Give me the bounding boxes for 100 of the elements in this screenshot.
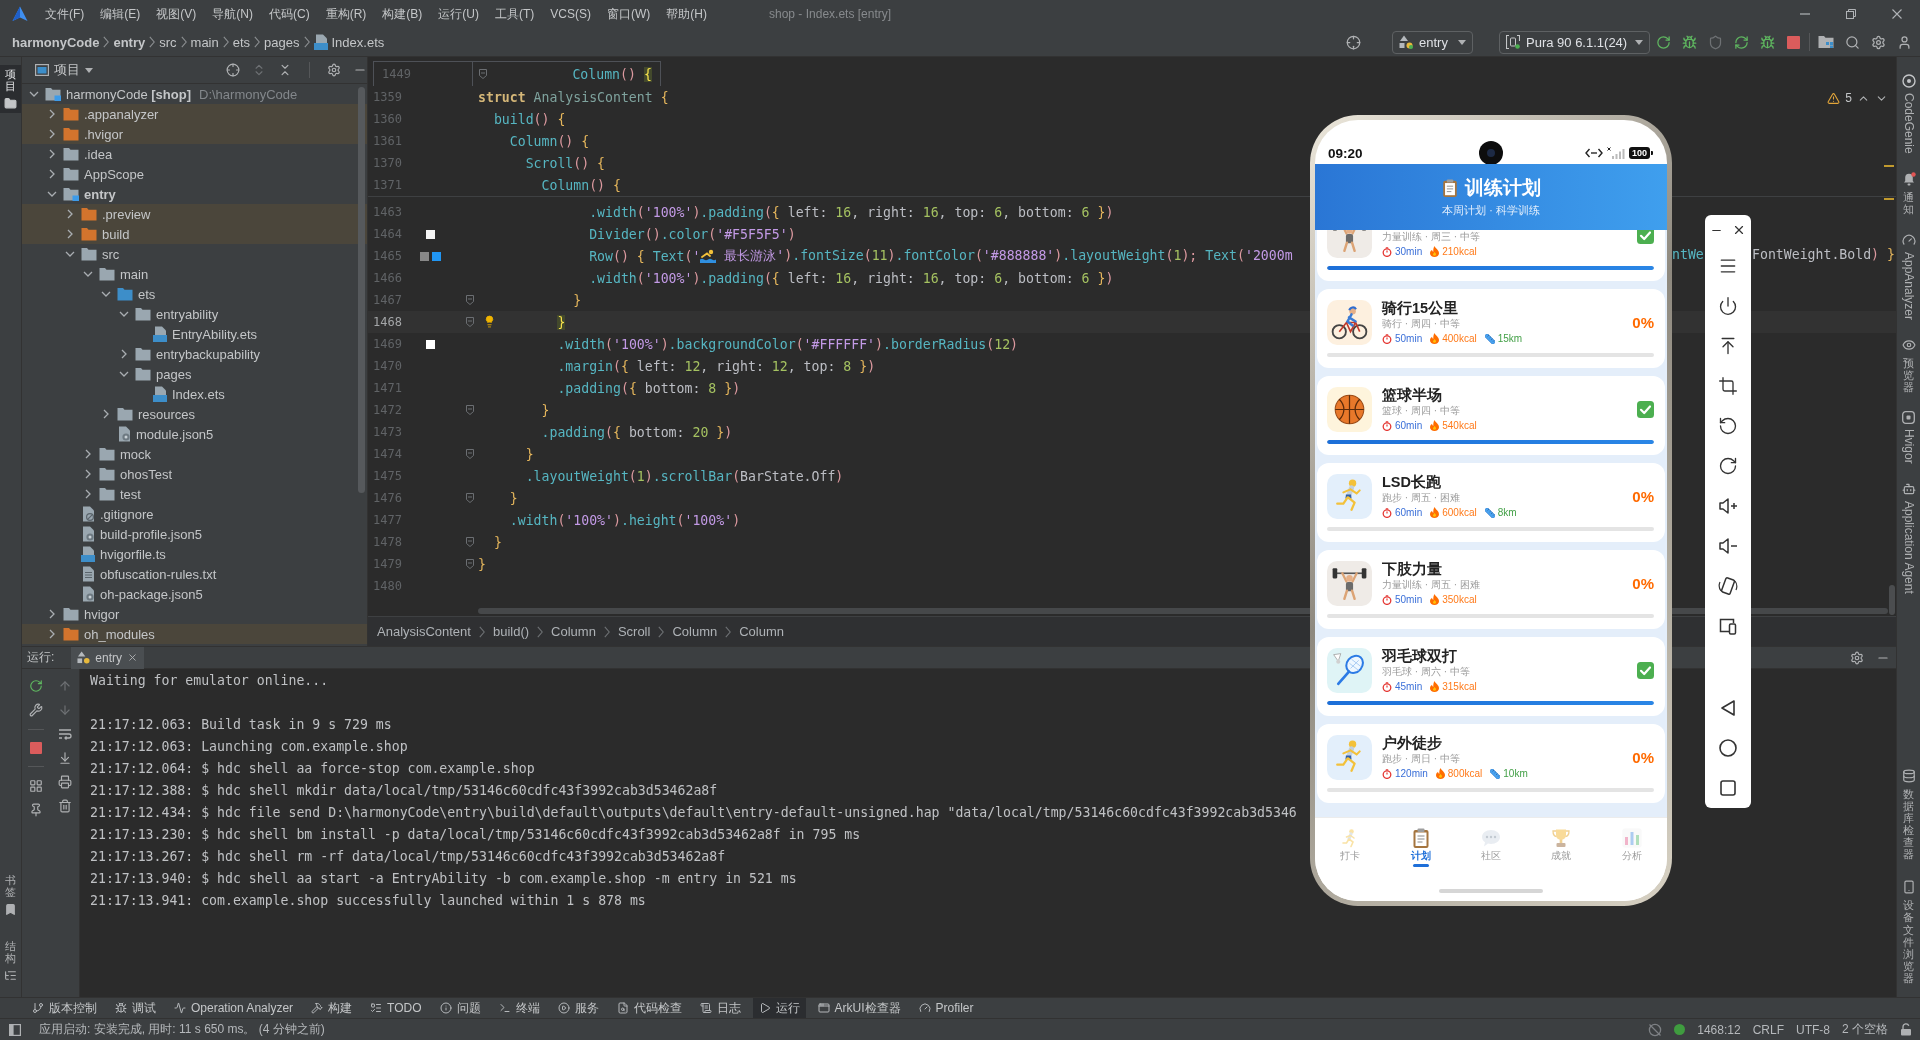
tree-item[interactable]: module.json5 bbox=[22, 424, 367, 444]
fold-icon[interactable] bbox=[466, 559, 474, 569]
settings-icon[interactable] bbox=[327, 63, 341, 77]
indent-setting[interactable]: 2 个空格 bbox=[1842, 1021, 1888, 1038]
plan-card[interactable]: 篮球半场 篮球 · 周四 · 中等 60min 540kcal bbox=[1317, 376, 1665, 455]
file-encoding[interactable]: UTF-8 bbox=[1796, 1022, 1830, 1037]
warning-count[interactable]: 5 bbox=[1845, 91, 1852, 105]
tool-window-button[interactable]: 日志 bbox=[693, 998, 747, 1018]
tree-item[interactable]: mock bbox=[22, 444, 367, 464]
caret-position[interactable]: 1468:12 bbox=[1697, 1022, 1741, 1037]
tool-window-button[interactable]: 预览器 bbox=[1897, 334, 1920, 397]
rotate-left-icon[interactable] bbox=[1718, 416, 1738, 436]
tree-item[interactable]: build-profile.json5 bbox=[22, 524, 367, 544]
tree-item[interactable]: .gitignore bbox=[22, 504, 367, 524]
folder-grid-icon[interactable] bbox=[1818, 35, 1834, 49]
tree-item[interactable]: pages bbox=[22, 364, 367, 384]
tree-item[interactable]: harmonyCode [shop] D:\harmonyCode bbox=[22, 84, 367, 104]
tree-item[interactable]: obfuscation-rules.txt bbox=[22, 564, 367, 584]
fold-icon[interactable] bbox=[479, 69, 487, 79]
breadcrumb-item[interactable]: Index.ets bbox=[309, 34, 389, 50]
fold-icon[interactable] bbox=[466, 493, 474, 503]
tree-item[interactable]: EntryAbility.ets bbox=[22, 324, 367, 344]
menu-item[interactable]: 窗口(W) bbox=[599, 0, 659, 28]
tree-item[interactable]: build bbox=[22, 224, 367, 244]
line-ending[interactable]: CRLF bbox=[1752, 1022, 1784, 1037]
breadcrumb-item[interactable]: Scroll bbox=[617, 624, 651, 639]
tree-item[interactable]: entryability bbox=[22, 304, 367, 324]
breadcrumb-item[interactable]: src bbox=[155, 34, 181, 50]
tool-window-button[interactable]: 数据库检查器 bbox=[1897, 765, 1920, 864]
tool-window-button[interactable]: Operation Analyzer bbox=[168, 998, 300, 1018]
tree-item[interactable]: entry bbox=[22, 184, 367, 204]
back-icon[interactable] bbox=[1719, 699, 1737, 717]
breadcrumb-item[interactable]: AnalysisContent bbox=[377, 624, 471, 639]
collapse-icon[interactable] bbox=[278, 63, 292, 77]
stop-icon[interactable] bbox=[30, 742, 43, 754]
tree-item[interactable]: hvigorfile.ts bbox=[22, 544, 367, 564]
tool-window-button[interactable]: ArkUI检查器 bbox=[811, 998, 907, 1018]
tool-window-button[interactable]: 代码检查 bbox=[610, 998, 688, 1018]
tool-window-button[interactable]: 书签 bbox=[0, 870, 21, 919]
tree-item[interactable]: Index.ets bbox=[22, 384, 367, 404]
plan-card[interactable]: 骑行15公里 骑行 · 周四 · 中等 50min 400kcal 15km 0% bbox=[1317, 289, 1665, 368]
breadcrumb-item[interactable]: ets bbox=[228, 34, 255, 50]
crop-icon[interactable] bbox=[1718, 376, 1738, 396]
tree-item[interactable]: .idea bbox=[22, 144, 367, 164]
plan-card[interactable]: 户外徒步 跑步 · 周日 · 中等 120min 800kcal 10km 0% bbox=[1317, 724, 1665, 803]
settings-icon[interactable] bbox=[1850, 650, 1864, 665]
tool-window-button[interactable]: Profiler bbox=[912, 998, 980, 1018]
plan-card[interactable]: 羽毛球双打 羽毛球 · 周六 · 中等 45min 315kcal bbox=[1317, 637, 1665, 716]
menu-item[interactable]: 导航(N) bbox=[204, 0, 261, 28]
tool-window-button[interactable]: 运行 bbox=[752, 998, 806, 1018]
tool-window-button[interactable]: AppAnalyzer bbox=[1897, 229, 1920, 323]
tool-window-button[interactable]: 项目 bbox=[0, 65, 21, 114]
devices-icon[interactable] bbox=[1718, 616, 1738, 636]
target-icon[interactable] bbox=[1345, 34, 1361, 50]
wrench-icon[interactable] bbox=[29, 703, 44, 717]
tree-item[interactable]: .preview bbox=[22, 204, 367, 224]
tree-item[interactable]: oh_modules bbox=[22, 624, 367, 644]
stop-icon[interactable] bbox=[1786, 35, 1800, 49]
unlocked-lock-icon[interactable] bbox=[1900, 1023, 1912, 1036]
fold-icon[interactable] bbox=[466, 537, 474, 547]
tree-item[interactable]: .hvigor bbox=[22, 124, 367, 144]
tool-window-button[interactable]: 终端 bbox=[492, 998, 546, 1018]
fold-icon[interactable] bbox=[466, 295, 474, 305]
refresh-icon[interactable] bbox=[1733, 34, 1749, 50]
scrollbar-thumb[interactable] bbox=[1889, 585, 1895, 615]
pin-icon[interactable] bbox=[29, 803, 44, 817]
arrow-down-to-line-icon[interactable] bbox=[57, 751, 72, 765]
tool-window-button[interactable]: Application Agent bbox=[1897, 478, 1920, 597]
run-config-dropdown[interactable]: entry bbox=[1392, 30, 1473, 54]
grid-icon[interactable] bbox=[29, 779, 44, 793]
plan-card[interactable]: LSD长跑 跑步 · 周五 · 困难 60min 600kcal 8km 0% bbox=[1317, 463, 1665, 542]
menu-item[interactable]: 视图(V) bbox=[148, 0, 205, 28]
volume-up-icon[interactable] bbox=[1718, 496, 1738, 516]
home-icon[interactable] bbox=[1719, 739, 1737, 757]
menu-item[interactable]: 工具(T) bbox=[487, 0, 543, 28]
fold-icon[interactable] bbox=[466, 449, 474, 459]
volume-down-icon[interactable] bbox=[1718, 536, 1738, 556]
search-icon[interactable] bbox=[1844, 34, 1860, 50]
panel-icon[interactable] bbox=[9, 1023, 21, 1036]
plan-card[interactable]: 下肢力量 力量训练 · 周五 · 困难 50min 350kcal 0% bbox=[1317, 550, 1665, 629]
rotate-right-icon[interactable] bbox=[1718, 456, 1738, 476]
tool-window-button[interactable]: 问题 bbox=[433, 998, 487, 1018]
scrollbar-thumb[interactable] bbox=[358, 87, 365, 493]
breadcrumb-item[interactable]: pages bbox=[260, 34, 304, 50]
tree-item[interactable]: resources bbox=[22, 404, 367, 424]
breadcrumb-item[interactable]: entry bbox=[109, 34, 150, 50]
tool-window-button[interactable]: TODO bbox=[364, 998, 428, 1018]
menu-item[interactable]: 代码(C) bbox=[261, 0, 318, 28]
view-dropdown[interactable]: 项目 bbox=[35, 61, 93, 79]
breadcrumb-item[interactable]: Column bbox=[672, 624, 718, 639]
menu-item[interactable]: 重构(R) bbox=[317, 0, 375, 28]
tool-window-button[interactable]: Hvigor bbox=[1897, 408, 1920, 467]
breadcrumb-item[interactable]: Column bbox=[739, 624, 784, 639]
tool-window-button[interactable]: 设备文件浏览器 bbox=[1897, 877, 1920, 987]
wrap-icon[interactable] bbox=[57, 727, 72, 741]
device-dropdown[interactable]: Pura 90 6.1.1(24) bbox=[1499, 30, 1650, 54]
tool-window-button[interactable]: 服务 bbox=[551, 998, 605, 1018]
breadcrumb-item[interactable]: build() bbox=[492, 624, 530, 639]
menu-item[interactable]: 构建(B) bbox=[374, 0, 431, 28]
tool-window-button[interactable]: 构建 bbox=[305, 998, 359, 1018]
